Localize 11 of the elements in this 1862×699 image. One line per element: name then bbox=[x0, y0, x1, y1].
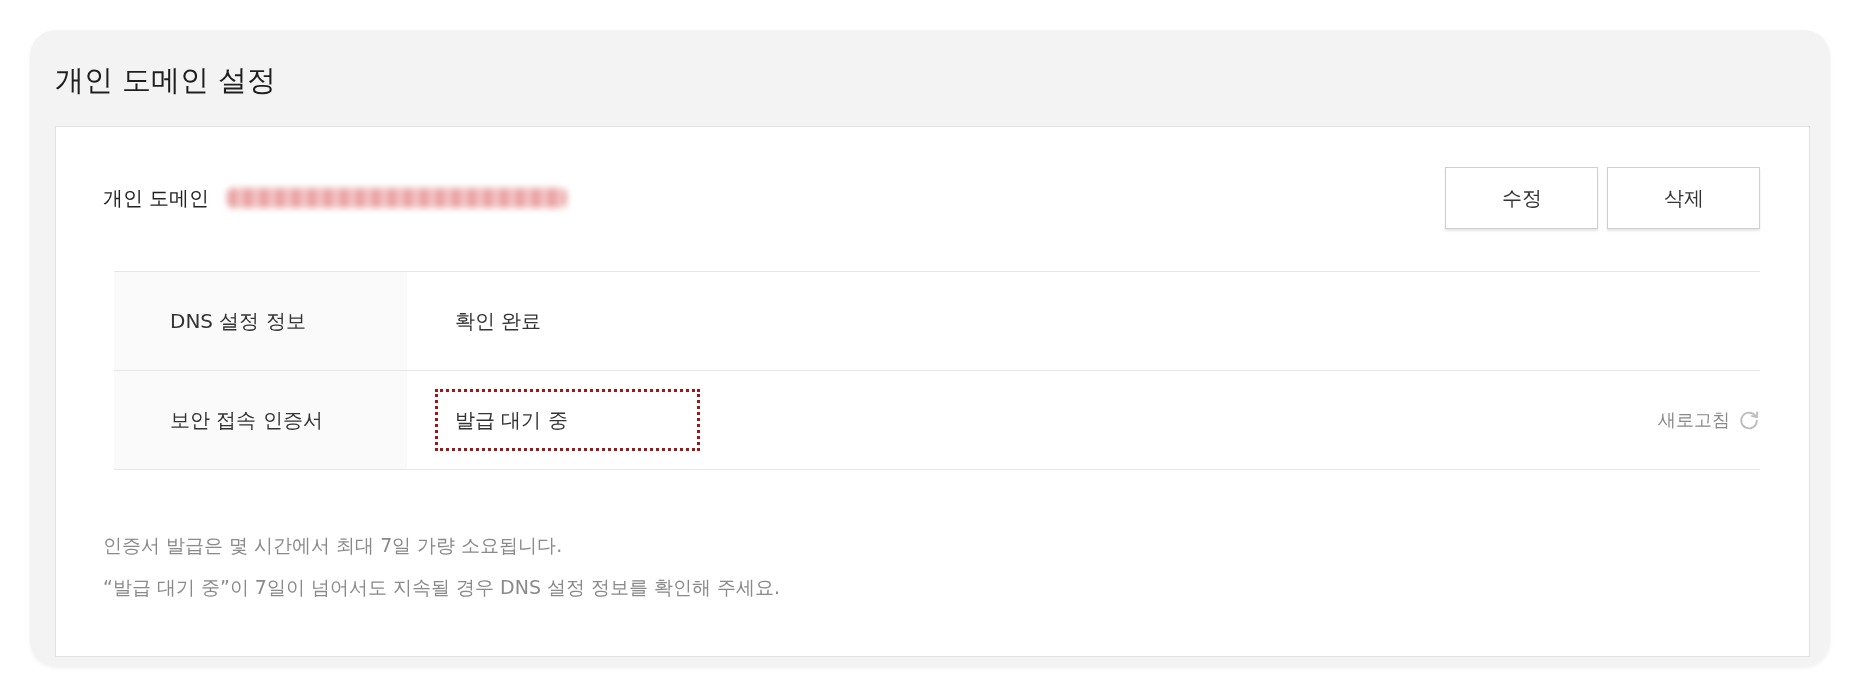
row-label-cell: 보안 접속 인증서 bbox=[114, 371, 407, 469]
row-label-cell: DNS 설정 정보 bbox=[114, 272, 407, 370]
domain-label: 개인 도메인 bbox=[103, 184, 210, 212]
panel-title: 개인 도메인 설정 bbox=[55, 62, 277, 99]
note-text: “발급 대기 중”이 7일이 넘어서도 지속될 경우 DNS 설정 정보를 확인해 주세요. bbox=[103, 575, 781, 600]
action-button[interactable]: 수정 bbox=[1445, 167, 1598, 229]
status-text: 확인 완료 bbox=[455, 307, 542, 335]
refresh-icon bbox=[1738, 409, 1760, 431]
note-text: 인증서 발급은 몇 시간에서 최대 7일 가량 소요됩니다. bbox=[103, 533, 563, 558]
status-text: 발급 대기 중 bbox=[435, 389, 700, 451]
action-button[interactable]: 삭제 bbox=[1607, 167, 1760, 229]
